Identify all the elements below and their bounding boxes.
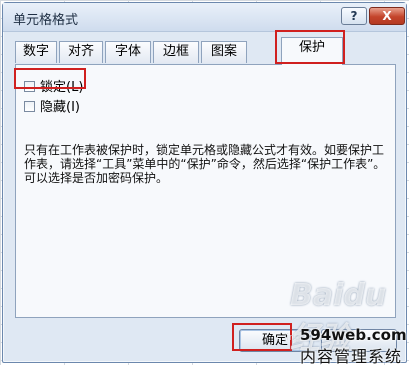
- hidden-checkbox[interactable]: [24, 101, 35, 112]
- tab-border[interactable]: 边框: [153, 41, 199, 63]
- locked-label: 锁定(L): [40, 80, 84, 95]
- dialog-title: 单元格格式: [13, 13, 79, 28]
- help-button[interactable]: ?: [341, 7, 367, 25]
- hidden-label: 隐藏(I): [40, 100, 80, 115]
- title-bar: 单元格格式 ? X: [3, 3, 406, 32]
- locked-checkbox[interactable]: [24, 81, 35, 92]
- close-button[interactable]: X: [369, 7, 405, 25]
- locked-checkbox-row[interactable]: 锁定(L): [24, 76, 84, 95]
- protection-note: 只有在工作表被保护时，锁定单元格或隐藏公式才有效。如要保护工作表，请选择“工具”…: [24, 143, 386, 185]
- hidden-checkbox-row[interactable]: 隐藏(I): [24, 96, 80, 115]
- tab-strip: 数字 对齐 字体 边框 图案 保护: [15, 37, 395, 65]
- close-icon: X: [382, 9, 392, 23]
- tab-patterns[interactable]: 图案: [201, 41, 247, 63]
- site-watermark: 594web.com: [300, 326, 407, 344]
- site-watermark-subtitle: 内容管理系统: [300, 347, 403, 366]
- tab-number[interactable]: 数字: [15, 41, 57, 63]
- tab-font[interactable]: 字体: [105, 41, 151, 63]
- tab-protection[interactable]: 保护: [281, 37, 343, 65]
- tab-alignment[interactable]: 对齐: [59, 41, 103, 63]
